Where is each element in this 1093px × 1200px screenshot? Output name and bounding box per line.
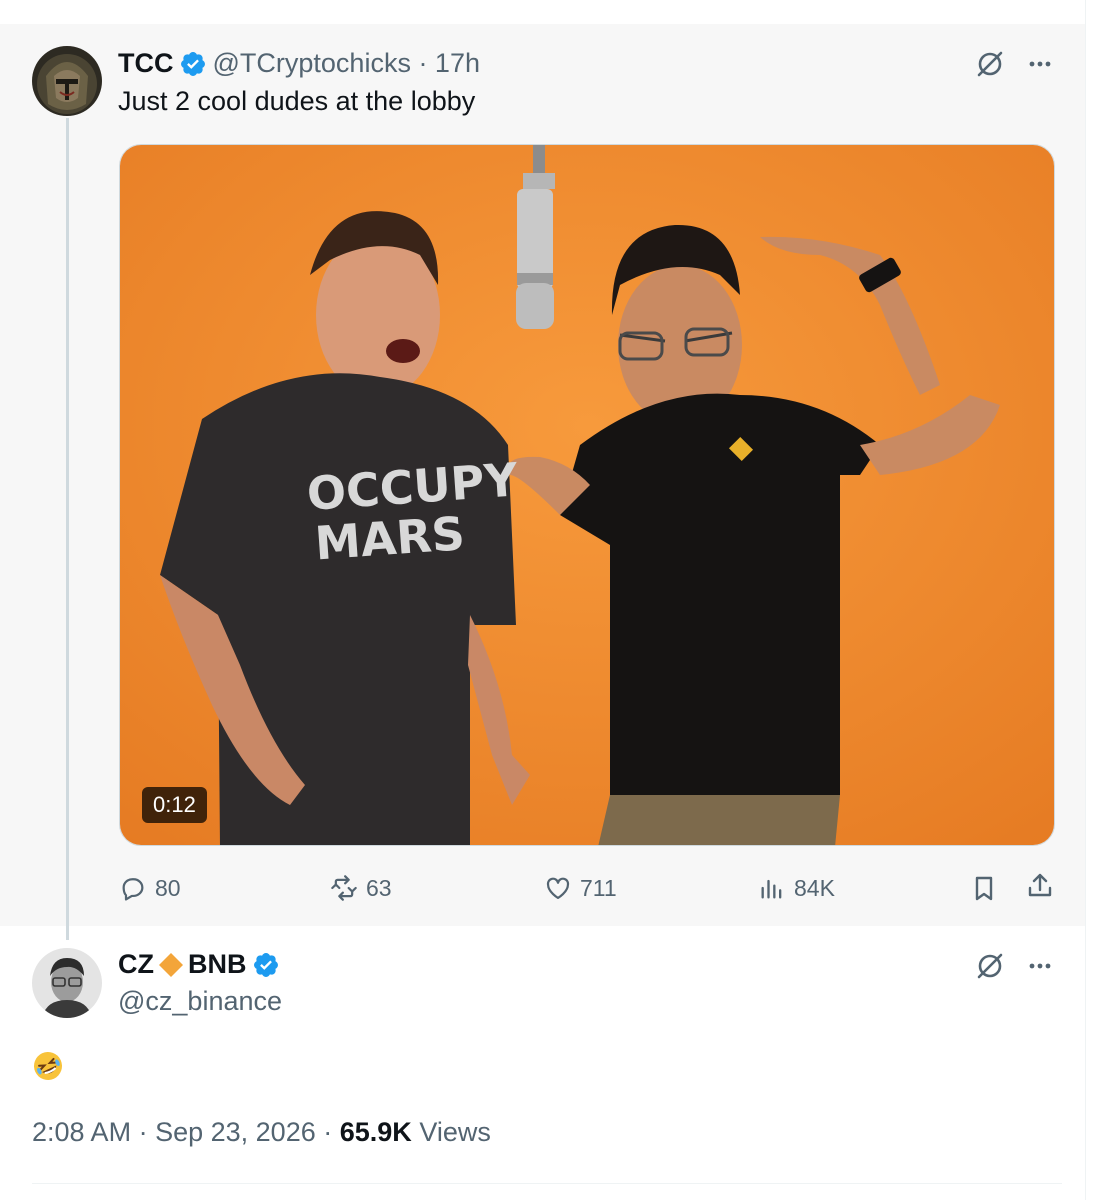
views-button[interactable]: 84K <box>758 868 835 908</box>
reply-button[interactable]: 80 <box>119 868 181 908</box>
reply-count: 80 <box>155 874 181 901</box>
grok-icon[interactable] <box>970 44 1010 84</box>
reply-author-name-part1[interactable]: CZ <box>118 949 154 980</box>
cz-name-row: CZ BNB <box>118 949 286 980</box>
like-icon <box>546 877 570 900</box>
reply-date[interactable]: Sep 23, 2026 <box>155 1117 316 1147</box>
verified-badge-icon <box>180 51 205 76</box>
reply-time[interactable]: 2:08 AM <box>32 1117 131 1147</box>
author-name[interactable]: TCC <box>118 48 174 79</box>
bnb-diamond-icon <box>159 952 183 977</box>
thread-connector-line <box>66 118 69 940</box>
more-icon[interactable] <box>1020 946 1060 986</box>
tcc-avatar[interactable] <box>32 46 102 116</box>
share-icon[interactable] <box>1020 866 1060 906</box>
more-icon[interactable] <box>1020 44 1060 84</box>
tcc-name-row: TCC @TCryptochicks · 17h <box>118 48 480 79</box>
views-icon <box>761 879 782 899</box>
repost-icon <box>331 875 357 901</box>
views-count: 84K <box>794 874 835 901</box>
video-duration-badge: 0:12 <box>142 787 207 823</box>
cz-handle-row: @cz_binance <box>118 986 282 1017</box>
reply-views-label: Views <box>419 1117 491 1147</box>
video-player[interactable]: OCCUPY MARS <box>119 144 1055 846</box>
like-button[interactable]: 711 <box>544 868 617 908</box>
divider <box>32 1183 1062 1184</box>
reply-author-handle[interactable]: @cz_binance <box>118 986 282 1017</box>
verified-badge-icon <box>253 952 278 977</box>
reply-views-count: 65.9K <box>339 1117 412 1147</box>
repost-button[interactable]: 63 <box>330 868 392 908</box>
bookmark-icon[interactable] <box>964 868 1004 908</box>
reply-metadata: 2:08 AM · Sep 23, 2026 · 65.9K Views <box>32 1117 491 1147</box>
tweet-text: Just 2 cool dudes at the lobby <box>118 86 476 116</box>
video-frame: OCCUPY MARS <box>120 145 1054 845</box>
author-handle-time[interactable]: @TCryptochicks · 17h <box>213 48 480 79</box>
rofl-emoji <box>34 1052 62 1080</box>
reply-icon <box>122 878 144 901</box>
shirt-text-line2: MARS <box>313 506 466 570</box>
repost-count: 63 <box>366 874 392 901</box>
reply-author-name-part2[interactable]: BNB <box>188 949 247 980</box>
cz-avatar[interactable] <box>32 948 102 1018</box>
like-count: 711 <box>580 874 617 901</box>
grok-icon[interactable] <box>970 946 1010 986</box>
